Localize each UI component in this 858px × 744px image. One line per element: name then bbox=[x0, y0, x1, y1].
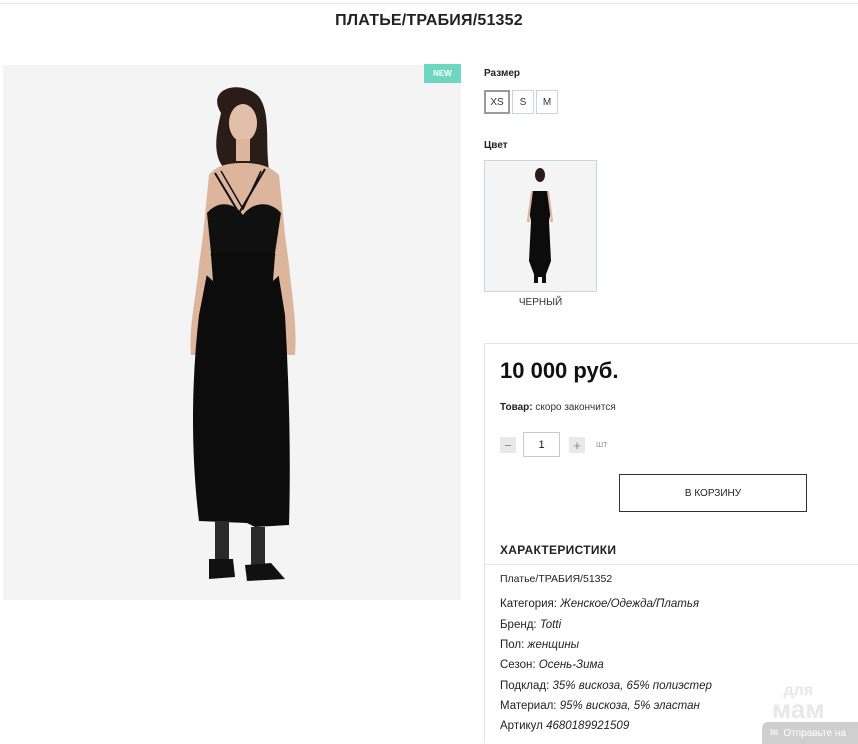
color-swatch-thumbnail bbox=[485, 161, 596, 291]
spec-row: Бренд: Totti bbox=[500, 619, 561, 631]
spec-row: Материал: 95% вискоза, 5% эластан bbox=[500, 700, 700, 712]
watermark-main: мам bbox=[772, 694, 825, 725]
size-option-xs[interactable]: XS bbox=[484, 90, 510, 114]
size-label: Размер bbox=[484, 68, 521, 79]
spec-row: Сезон: Осень-Зима bbox=[500, 659, 604, 671]
spec-row: Пол: женщины bbox=[500, 639, 579, 651]
dress-model-illustration bbox=[3, 65, 461, 600]
product-photo[interactable] bbox=[3, 65, 461, 600]
color-label: Цвет bbox=[484, 140, 508, 151]
spec-value: Totti bbox=[539, 619, 562, 631]
spec-key: Материал: bbox=[500, 700, 557, 712]
spec-row: Артикул 4680189921509 bbox=[500, 720, 629, 732]
spec-value: Осень-Зима bbox=[538, 659, 604, 671]
new-badge: NEW bbox=[424, 64, 461, 83]
stock-text: скоро закончится bbox=[535, 402, 616, 413]
spec-value: Женское/Одежда/Платья bbox=[560, 598, 700, 610]
spec-key: Подклад: bbox=[500, 680, 550, 692]
send-button[interactable]: ✉ Отправьте на bbox=[762, 722, 858, 744]
size-option-m[interactable]: M bbox=[536, 90, 558, 114]
spec-value: 4680189921509 bbox=[546, 720, 630, 732]
spec-key: Сезон: bbox=[500, 659, 536, 671]
spec-row: Подклад: 35% вискоза, 65% полиэстер bbox=[500, 680, 712, 692]
color-swatch-black[interactable] bbox=[484, 160, 597, 292]
spec-value: 95% вискоза, 5% эластан bbox=[559, 700, 700, 712]
quantity-increase-button[interactable]: + bbox=[569, 437, 585, 453]
price: 10 000 руб. bbox=[500, 358, 619, 383]
page-title: ПЛАТЬЕ/ТРАБИЯ/51352 bbox=[335, 12, 523, 29]
spec-key: Бренд: bbox=[500, 619, 537, 631]
mail-icon: ✉ bbox=[770, 727, 779, 739]
stock-status: Товар: скоро закончится bbox=[500, 402, 616, 413]
quantity-unit: шт bbox=[596, 439, 608, 449]
spec-value: 35% вискоза, 65% полиэстер bbox=[552, 680, 712, 692]
spec-value: женщины bbox=[527, 639, 580, 651]
spec-key: Артикул bbox=[500, 720, 543, 732]
send-button-label: Отправьте на bbox=[783, 727, 846, 739]
site-watermark: для мам bbox=[772, 682, 825, 725]
quantity-input[interactable]: 1 bbox=[523, 432, 560, 457]
color-name: ЧЕРНЫЙ bbox=[518, 297, 563, 308]
spec-row: Категория: Женское/Одежда/Платья bbox=[500, 598, 699, 610]
specs-product-name: Платье/ТРАБИЯ/51352 bbox=[500, 573, 613, 585]
add-to-cart-button[interactable]: В КОРЗИНУ bbox=[619, 474, 807, 512]
stock-label: Товар: bbox=[500, 402, 533, 413]
specs-title: ХАРАКТЕРИСТИКИ bbox=[500, 543, 617, 557]
spec-key: Пол: bbox=[500, 639, 525, 651]
size-option-s[interactable]: S bbox=[512, 90, 534, 114]
top-divider bbox=[0, 3, 858, 4]
specs-divider bbox=[484, 564, 858, 565]
spec-key: Категория: bbox=[500, 598, 557, 610]
quantity-decrease-button[interactable]: − bbox=[500, 437, 516, 453]
